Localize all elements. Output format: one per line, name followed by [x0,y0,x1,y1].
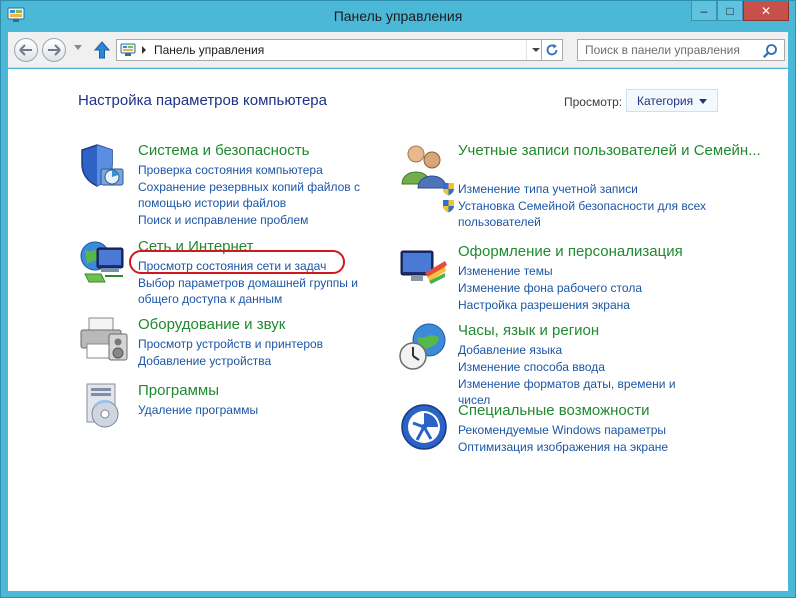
breadcrumb-chevron-icon[interactable] [142,46,146,54]
search-icon[interactable] [762,43,778,59]
forward-button[interactable] [42,38,66,62]
printer-icon[interactable] [79,316,129,366]
up-arrow-icon[interactable] [92,40,112,60]
refresh-button[interactable] [541,39,563,61]
link-recommended-settings[interactable]: Рекомендуемые Windows параметры [458,422,708,438]
close-button[interactable]: ✕ [743,1,789,21]
link-add-device[interactable]: Добавление устройства [138,353,388,369]
uac-shield-icon [443,183,454,196]
link-label[interactable]: Изменение типа учетной записи [458,182,638,196]
back-arrow-icon [19,44,32,56]
address-path[interactable]: Панель управления [154,43,264,57]
link-troubleshoot[interactable]: Поиск и исправление проблем [138,212,388,228]
page-title: Настройка параметров компьютера [78,92,327,109]
back-button[interactable] [14,38,38,62]
link-homegroup-sharing[interactable]: Выбор параметров домашней группы и общег… [138,275,388,307]
window-title: Панель управления [333,8,463,24]
shield-icon[interactable] [79,142,129,192]
link-add-language[interactable]: Добавление языка [458,342,708,358]
clock-globe-icon[interactable] [399,322,449,372]
main-content: Настройка параметров компьютера Просмотр… [8,69,788,591]
uac-shield-icon [443,200,454,213]
annotation-highlight-circle [129,250,345,274]
search-input[interactable] [577,39,785,61]
maximize-button[interactable]: □ [717,1,743,21]
category-title[interactable]: Часы, язык и регион [458,322,599,340]
link-family-safety[interactable]: Установка Семейной безопасности для всех… [442,198,708,230]
view-by-dropdown[interactable]: Категория [626,89,718,112]
link-uninstall-program[interactable]: Удаление программы [138,402,388,418]
display-icon[interactable] [399,243,449,293]
link-check-computer-status[interactable]: Проверка состояния компьютера [138,162,388,178]
link-change-account-type[interactable]: Изменение типа учетной записи [442,181,708,197]
control-panel-window: Панель управления – □ ✕ Панель управлени… [0,0,796,598]
minimize-button[interactable]: – [691,1,717,21]
category-title[interactable]: Оборудование и звук [138,316,285,334]
link-label[interactable]: Установка Семейной безопасности для всех… [458,199,706,229]
refresh-icon [546,44,558,56]
category-title[interactable]: Оформление и персонализация [458,243,683,261]
title-bar[interactable]: Панель управления – □ ✕ [1,1,795,32]
category-title[interactable]: Учетные записи пользователей и Семейн... [458,142,761,160]
recent-pages-dropdown[interactable] [74,45,82,50]
link-change-theme[interactable]: Изменение темы [458,263,708,279]
link-file-history-backup[interactable]: Сохранение резервных копий файлов с помо… [138,179,388,211]
address-bar[interactable]: Панель управления [116,39,544,61]
category-title[interactable]: Специальные возможности [458,402,650,420]
programs-icon[interactable] [79,382,129,432]
network-icon[interactable] [79,238,129,288]
link-devices-printers[interactable]: Просмотр устройств и принтеров [138,336,388,352]
link-optimize-display[interactable]: Оптимизация изображения на экране [458,439,708,455]
link-screen-resolution[interactable]: Настройка разрешения экрана [458,297,708,313]
accessibility-icon[interactable] [399,402,449,452]
category-title[interactable]: Программы [138,382,219,400]
forward-arrow-icon [48,44,61,56]
control-panel-icon [120,43,136,56]
view-by-label: Просмотр: [564,95,623,109]
link-change-desktop-background[interactable]: Изменение фона рабочего стола [458,280,708,296]
category-title[interactable]: Система и безопасность [138,142,309,160]
navigation-bar: Панель управления [8,32,788,68]
link-change-input-method[interactable]: Изменение способа ввода [458,359,708,375]
